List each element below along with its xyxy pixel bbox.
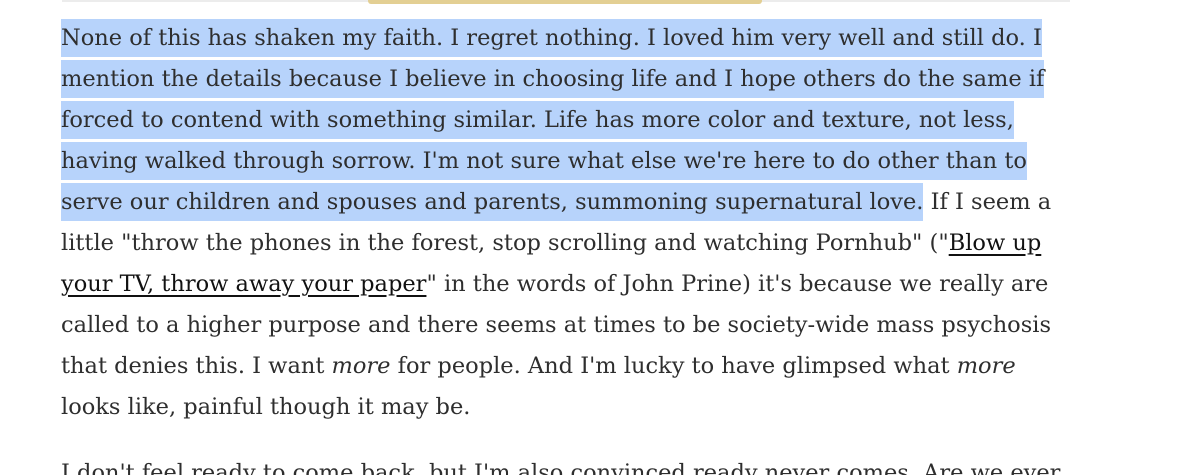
highlighted-text: None of this has shaken my faith. I regr… <box>61 19 1042 57</box>
body-text: " in the words of John Prine) it's becau… <box>426 271 1049 297</box>
body-text: I don't feel ready to come back, but I'm… <box>61 460 1061 475</box>
paragraph-line-6: little "throw the phones in the forest, … <box>61 223 1041 264</box>
paragraph-line-10: looks like, painful though it may be. <box>61 387 470 428</box>
emphasis-text: more <box>331 353 391 379</box>
body-text: looks like, painful though it may be. <box>61 394 471 420</box>
john-prine-link[interactable]: Blow up <box>949 230 1042 256</box>
paragraph-line-2: mention the details because I believe in… <box>61 59 1045 100</box>
paragraph-line-3: forced to contend with something similar… <box>61 100 1014 141</box>
highlighted-text: forced to contend with something similar… <box>61 101 1014 139</box>
body-text: for people. And I'm lucky to have glimps… <box>390 353 957 379</box>
highlighted-text: having walked through sorrow. I'm not su… <box>61 142 1027 180</box>
image-bottom-edge <box>368 0 762 4</box>
paragraph-line-8: called to a higher purpose and there see… <box>61 305 1051 346</box>
paragraph-line-1: None of this has shaken my faith. I regr… <box>61 18 1042 59</box>
john-prine-link[interactable]: your TV, throw away your paper <box>61 271 426 297</box>
paragraph-line-5: serve our children and spouses and paren… <box>61 182 1051 223</box>
paragraph-line-7: your TV, throw away your paper" in the w… <box>61 264 1048 305</box>
body-text: If I seem a <box>923 189 1052 215</box>
highlighted-text: mention the details because I believe in… <box>61 60 1045 98</box>
paragraph-2-line-1: I don't feel ready to come back, but I'm… <box>61 453 1060 475</box>
paragraph-line-9: that denies this. I want more for people… <box>61 346 1016 387</box>
highlighted-text: serve our children and spouses and paren… <box>61 183 924 221</box>
emphasis-text: more <box>956 353 1016 379</box>
body-text: little "throw the phones in the forest, … <box>61 230 949 256</box>
body-text: that denies this. I want <box>61 353 332 379</box>
paragraph-line-4: having walked through sorrow. I'm not su… <box>61 141 1027 182</box>
article-page: None of this has shaken my faith. I regr… <box>0 0 1200 475</box>
body-text: called to a higher purpose and there see… <box>61 312 1052 338</box>
